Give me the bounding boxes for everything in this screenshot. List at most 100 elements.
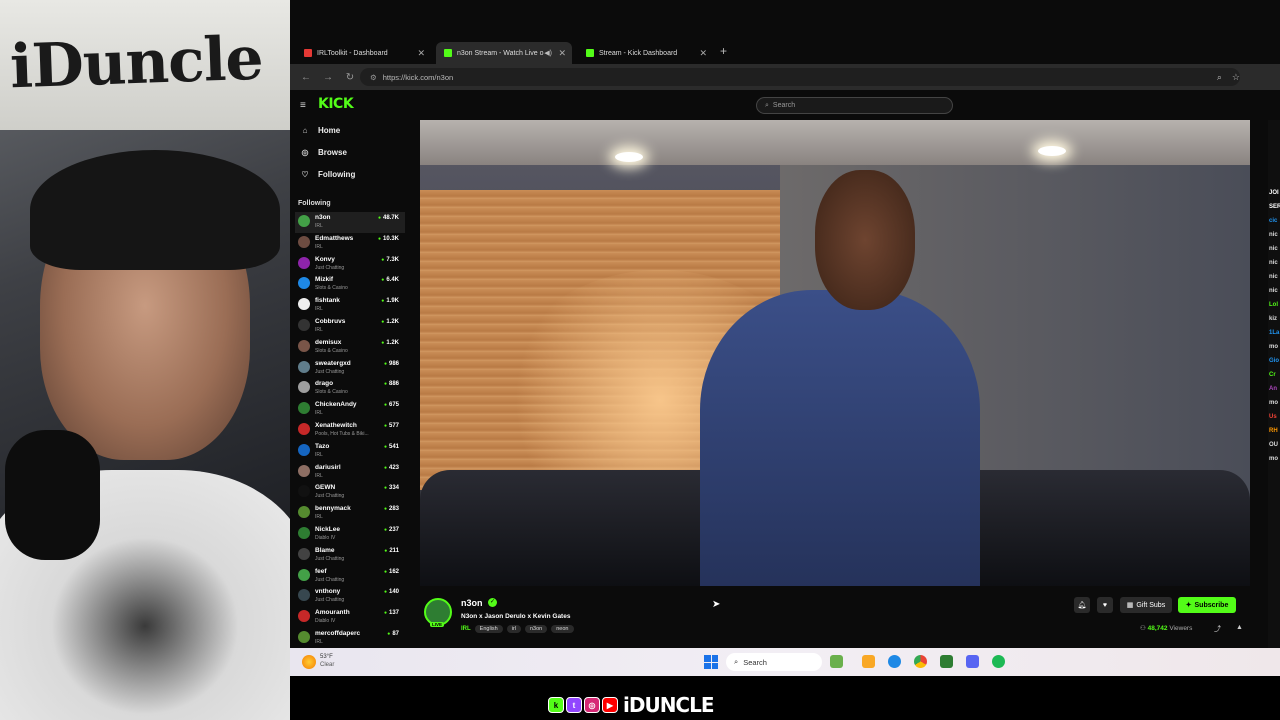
channel-name[interactable]: n3on: [461, 598, 483, 608]
url-field[interactable]: ⚙ https://kick.com/n3on: [360, 68, 1240, 86]
search-input[interactable]: ⌕ Search: [756, 97, 953, 114]
notification-bell-button[interactable]: 🔔︎: [1074, 597, 1090, 613]
subscribe-button[interactable]: ✦ Subscribe: [1178, 597, 1236, 613]
spotify-icon[interactable]: [992, 655, 1005, 668]
video-ceiling: [420, 120, 1250, 165]
sidebar-channel-demisux[interactable]: demisuxSlots & Casino 1.2K: [295, 337, 405, 358]
edge-icon[interactable]: [888, 655, 901, 668]
channel-category: Just Chatting: [315, 493, 345, 500]
video-ceiling-light: [1038, 146, 1066, 156]
tag-english[interactable]: English: [474, 625, 503, 633]
close-icon[interactable]: ✕: [699, 48, 707, 59]
sidebar-channel-mizkif[interactable]: MizkifSlots & Casino 6.4K: [295, 274, 405, 295]
channel-avatar: [298, 319, 310, 331]
webcam-banner: iDuncle: [0, 0, 290, 130]
close-icon[interactable]: ✕: [417, 48, 425, 59]
home-icon: ⌂: [302, 126, 308, 135]
nav-home[interactable]: ⌂ Home: [300, 126, 341, 135]
sidebar-channel-n3on[interactable]: n3on IRL 48.7K: [295, 212, 405, 233]
tab-n3on-stream[interactable]: n3on Stream - Watch Live o ◀) ✕: [436, 42, 572, 64]
browser-window: IRLToolkit - Dashboard ✕ n3on Stream - W…: [290, 0, 1280, 648]
tab-label: n3on Stream - Watch Live o: [457, 49, 544, 57]
forward-icon[interactable]: →: [322, 72, 334, 83]
sidebar-channel-gewn[interactable]: GEWNJust Chatting 334: [295, 482, 405, 503]
sidebar-channel-sweatergxd[interactable]: sweatergxdJust Chatting 986: [295, 358, 405, 379]
chat-message: Us: [1269, 414, 1277, 420]
channel-viewers: 211: [384, 548, 399, 554]
channel-name: sweatergxd: [315, 359, 351, 367]
gift-icon: ▦: [1126, 602, 1134, 609]
kick-icon: k: [548, 697, 564, 713]
close-icon[interactable]: ✕: [558, 48, 566, 59]
channel-viewers: 7.3K: [381, 257, 399, 263]
channel-viewers: 1.2K: [381, 319, 399, 325]
channel-avatar: [298, 381, 310, 394]
sidebar-channel-bennymack[interactable]: bennymackIRL 283: [295, 503, 405, 524]
site-info-icon[interactable]: ⚙: [370, 73, 377, 82]
channel-name: dariusirl: [315, 463, 341, 471]
channel-name: Xenathewitch: [315, 422, 357, 429]
nav-label: Following: [318, 170, 356, 179]
widgets-icon[interactable]: [830, 655, 843, 668]
share-icon[interactable]: ⤴: [1214, 624, 1221, 634]
channel-viewers: 6.4K: [381, 277, 399, 283]
stream-category[interactable]: IRL: [461, 626, 471, 632]
webcam-overlay: iDuncle: [0, 0, 290, 720]
channel-name: Konvy: [315, 255, 335, 263]
tab-kick-dashboard[interactable]: Stream - Kick Dashboard ✕: [578, 42, 713, 64]
tab-irltoolkit[interactable]: IRLToolkit - Dashboard ✕: [296, 42, 431, 64]
sidebar-channel-edmatthews[interactable]: EdmatthewsIRL 10.3K: [295, 233, 405, 254]
sidebar-channel-konvy[interactable]: KonvyJust Chatting 7.3K: [295, 254, 405, 275]
video-ceiling-light: [615, 152, 643, 162]
live-badge: LIVE: [430, 622, 445, 627]
sidebar-channel-tazo[interactable]: TazoIRL 541: [295, 441, 405, 462]
tag-n3on[interactable]: n3on: [525, 625, 548, 633]
back-icon[interactable]: ←: [300, 72, 312, 83]
channel-category: IRL: [315, 514, 323, 521]
nav-following[interactable]: ♡ Following: [300, 170, 355, 179]
speaker-icon[interactable]: ◀): [544, 49, 552, 57]
follow-heart-button[interactable]: ♥: [1097, 597, 1113, 613]
sidebar-channel-cobbruvs[interactable]: Cobbruvs IRL 1.2K: [295, 316, 405, 337]
sidebar-channel-amouranth[interactable]: AmouranthDiablo IV 137: [295, 607, 405, 628]
discord-icon[interactable]: [966, 655, 979, 668]
stream-title: N3on x Jason Derulo x Kevin Gates: [461, 613, 571, 620]
chat-message: 1La: [1269, 330, 1280, 336]
menu-icon[interactable]: ≡: [300, 100, 306, 111]
report-icon[interactable]: ▲: [1236, 624, 1243, 631]
video-person-body: [700, 290, 980, 586]
weather-icon[interactable]: [302, 655, 316, 669]
sidebar-channel-vnthony[interactable]: vnthonyJust Chatting 140: [295, 586, 405, 607]
sidebar-channel-nicklee[interactable]: NickLee Diablo IV 237: [295, 524, 405, 545]
chat-panel-partial: JOI SER cic nic nic nic nic nic Lol kiz 1La mo Gio Cr…: [1268, 120, 1280, 648]
sidebar-channel-drago[interactable]: dragoSlots & Casino 886: [295, 378, 405, 399]
video-player[interactable]: [420, 120, 1250, 586]
channel-avatar: [298, 631, 310, 643]
sidebar-channel-blame[interactable]: BlameJust Chatting 211: [295, 545, 405, 566]
sidebar-channel-dariusirl[interactable]: dariusirlIRL 423: [295, 462, 405, 483]
windows-start-icon[interactable]: [704, 655, 718, 669]
channel-viewers: 87: [387, 631, 399, 637]
channel-category: IRL: [315, 327, 323, 333]
zoom-icon[interactable]: ⌕: [1217, 72, 1222, 83]
sidebar-channel-chickenandy[interactable]: ChickenAndyIRL 675: [295, 399, 405, 420]
sidebar-channel-mercoffdaperc[interactable]: mercoffdaperc IRL 87: [295, 628, 405, 649]
reload-icon[interactable]: ↻: [344, 72, 356, 83]
channel-avatar: [298, 235, 310, 248]
sidebar-channel-fishtank[interactable]: fishtankIRL 1.9K: [295, 295, 405, 316]
taskbar-search[interactable]: ⌕ Search: [726, 653, 822, 671]
gift-subs-button[interactable]: ▦ Gift Subs: [1120, 597, 1172, 613]
bookmark-star-icon[interactable]: ☆: [1232, 72, 1240, 83]
chat-message: nic: [1269, 232, 1278, 238]
sidebar-channel-xenathewitch[interactable]: Xenathewitch Pools, Hot Tubs & Biki... 577: [295, 420, 405, 441]
file-explorer-icon[interactable]: [862, 655, 875, 668]
nav-browse[interactable]: ◎ Browse: [300, 148, 347, 157]
chrome-icon[interactable]: [914, 655, 927, 668]
tag-neon[interactable]: neon: [551, 625, 574, 633]
kick-logo[interactable]: KICK: [318, 96, 354, 112]
new-tab-button[interactable]: +: [720, 44, 727, 58]
tag-irl[interactable]: irl: [506, 625, 521, 633]
obs-app-icon[interactable]: [940, 655, 953, 668]
sidebar-channel-feef[interactable]: feefJust Chatting 162: [295, 566, 405, 587]
channel-avatar: [298, 506, 310, 519]
